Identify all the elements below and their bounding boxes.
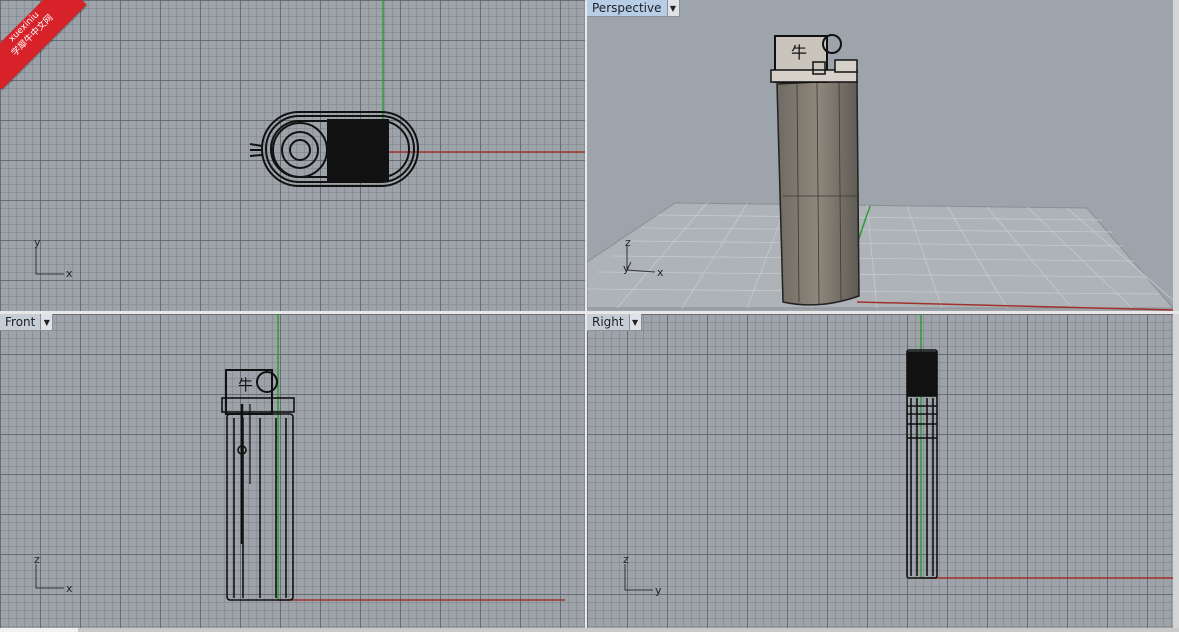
axis-label-x: x	[657, 266, 664, 279]
axis-label-x: x	[66, 582, 73, 595]
axis-label-y-small: y	[623, 262, 630, 275]
viewport-front[interactable]: 牛 x z Front ▼	[0, 314, 585, 628]
triangle-down-icon[interactable]: ▼	[40, 314, 53, 330]
lighter-front-wireframe: 牛	[221, 369, 295, 601]
front-view-canvas: 牛 x z	[34, 314, 565, 601]
viewport-label-right[interactable]: Right ▼	[587, 314, 642, 331]
triangle-down-icon[interactable]: ▼	[628, 314, 641, 330]
lighter-top-wireframe	[249, 111, 419, 187]
axis-label-y: y	[655, 584, 662, 597]
top-view-canvas: x y	[34, 0, 585, 280]
perspective-canvas: 牛 x z y	[587, 34, 1173, 311]
triangle-down-icon[interactable]: ▼	[666, 0, 679, 16]
viewport-perspective[interactable]: 牛 x z y Perspective ▼	[587, 0, 1173, 311]
axis-gizmo-right	[624, 564, 653, 591]
lighter-logo-mark: 牛	[791, 43, 807, 62]
axis-label-x: x	[66, 267, 73, 280]
viewport-title: Right	[592, 315, 624, 329]
axis-label-z: z	[623, 553, 629, 566]
viewport-title: Perspective	[592, 1, 662, 15]
viewport-right[interactable]: y z Right ▼	[587, 314, 1173, 628]
viewport-label-front[interactable]: Front ▼	[0, 314, 54, 331]
lighter-perspective-model: 牛	[770, 34, 860, 306]
axis-gizmo-front	[35, 564, 64, 589]
axis-label-y: y	[34, 236, 41, 249]
viewport-tab-strip	[0, 628, 1179, 632]
viewport-top[interactable]: x y	[0, 0, 585, 311]
viewport-tab[interactable]	[0, 628, 78, 632]
axis-label-z: z	[34, 553, 40, 566]
lighter-right-wireframe	[906, 349, 938, 579]
right-view-canvas: y z	[623, 314, 1173, 597]
axis-label-z: z	[625, 236, 631, 249]
svg-text:牛: 牛	[238, 376, 253, 394]
axis-gizmo-top	[35, 248, 64, 275]
viewport-title: Front	[5, 315, 36, 329]
perspective-ground-grid	[587, 202, 1173, 309]
viewport-label-perspective[interactable]: Perspective ▼	[587, 0, 680, 17]
